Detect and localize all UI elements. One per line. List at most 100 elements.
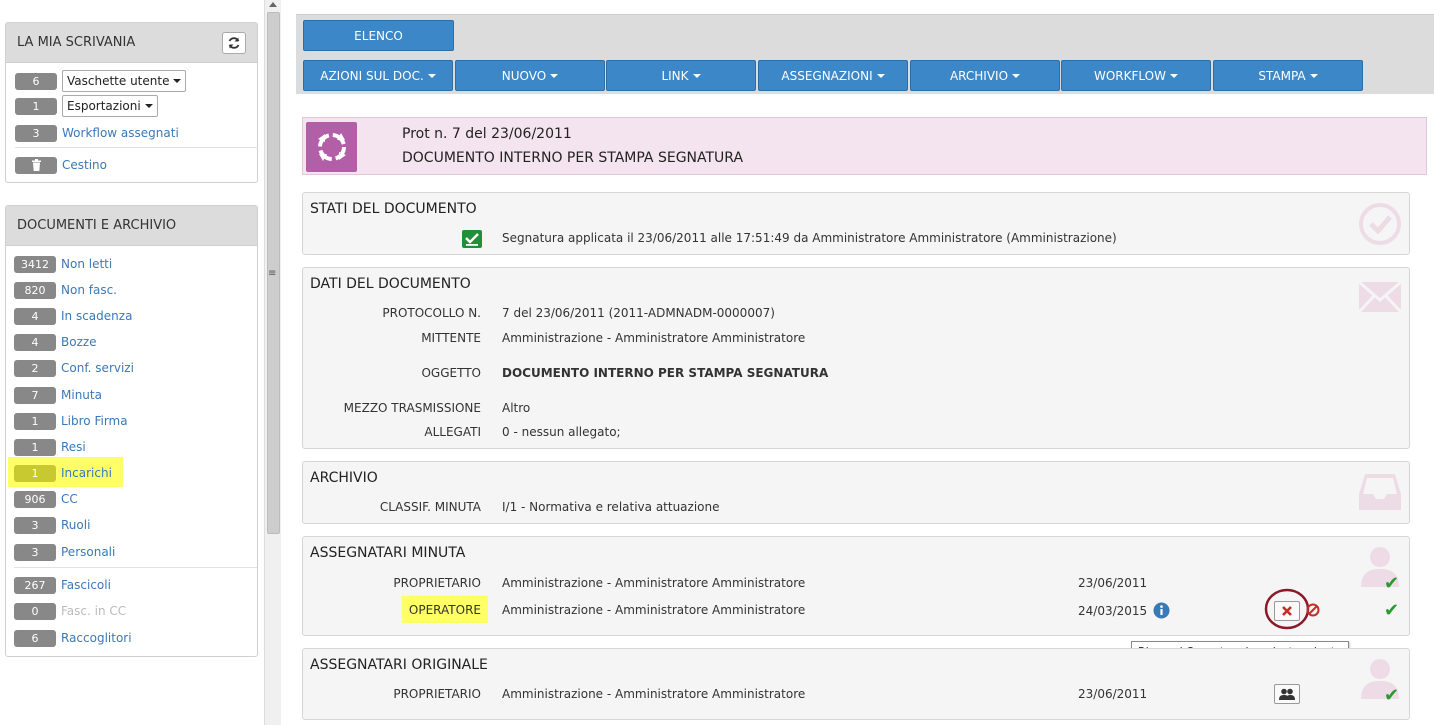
archive-panel-title: DOCUMENTI E ARCHIVIO — [17, 218, 177, 233]
ban-icon[interactable] — [1306, 603, 1320, 617]
count-badge: 3412 — [14, 255, 56, 273]
archive-item[interactable]: 4 Bozze — [14, 331, 97, 353]
count-badge: 6 — [15, 72, 57, 90]
desk-item-cestino[interactable]: Cestino — [15, 154, 107, 176]
caret-down-icon — [692, 73, 701, 78]
esportazioni-dropdown[interactable]: Esportazioni — [62, 95, 158, 117]
archive-item-link[interactable]: Personali — [61, 545, 115, 559]
archive-item[interactable]: 2 Conf. servizi — [14, 357, 134, 379]
owner-label: PROPRIETARIO — [393, 576, 481, 590]
workflow-link[interactable]: Workflow assegnati — [62, 126, 179, 140]
archive-item[interactable]: 0 Fasc. in CC — [14, 600, 126, 622]
envelope-icon — [1357, 280, 1403, 314]
trash-icon — [31, 159, 41, 171]
archive-panel-header: DOCUMENTI E ARCHIVIO — [6, 206, 257, 246]
archive-item[interactable]: 820 Non fasc. — [14, 279, 117, 301]
owner-label: PROPRIETARIO — [393, 687, 481, 701]
document-subject-heading: DOCUMENTO INTERNO PER STAMPA SEGNATURA — [402, 150, 744, 166]
section-title: STATI DEL DOCUMENTO — [310, 201, 477, 217]
archive-item[interactable]: 906 CC — [14, 488, 78, 510]
check-circle-icon — [1359, 203, 1401, 245]
caret-down-icon — [1309, 73, 1318, 78]
menu-button[interactable]: ASSEGNAZIONI — [758, 60, 908, 91]
count-badge: 1 — [14, 438, 56, 456]
menu-button[interactable]: WORKFLOW — [1061, 60, 1211, 91]
sidebar: LA MIA SCRIVANIA 6 Vaschette utente 1 Es… — [0, 0, 264, 725]
archive-item[interactable]: 6 Raccoglitori — [14, 627, 132, 649]
button-label: LINK — [661, 68, 689, 83]
annotation-circle — [1264, 588, 1310, 630]
menu-button[interactable]: ARCHIVIO — [910, 60, 1060, 91]
archive-item-link[interactable]: Resi — [61, 440, 86, 454]
section-title: ARCHIVIO — [310, 470, 378, 486]
means-label: MEZZO TRASMISSIONE — [343, 401, 481, 415]
refresh-button[interactable] — [222, 31, 246, 54]
archive-item-link[interactable]: Fascicoli — [61, 578, 111, 592]
archive-section: ARCHIVIO CLASSIF. MINUTA I/1 - Normativa… — [302, 461, 1410, 524]
archive-item-link[interactable]: Raccoglitori — [61, 631, 132, 645]
menu-button[interactable]: STAMPA — [1213, 60, 1363, 91]
assignees-minuta-section: ASSEGNATARI MINUTA ✔ PROPRIETARIO Ammini… — [302, 536, 1410, 636]
scroll-up-icon[interactable] — [269, 2, 277, 7]
button-label: AZIONI SUL DOC. — [320, 68, 424, 83]
archive-item-link[interactable]: Conf. servizi — [61, 361, 134, 375]
owner-date: 23/06/2011 — [1078, 576, 1148, 590]
archive-item-link[interactable]: Bozze — [61, 335, 97, 349]
elenco-button[interactable]: ELENCO — [303, 20, 454, 51]
attachments-value: 0 - nessun allegato; — [502, 425, 621, 439]
caret-down-icon — [550, 73, 559, 78]
caret-down-icon — [1170, 73, 1178, 78]
archive-item-link[interactable]: Fasc. in CC — [61, 604, 126, 618]
classification-value: I/1 - Normativa e relativa attuazione — [502, 500, 720, 514]
count-badge: 3 — [15, 124, 57, 142]
archive-item-link[interactable]: In scadenza — [61, 309, 132, 323]
archive-item[interactable]: 1 Resi — [14, 436, 86, 458]
archive-item-link[interactable]: Non letti — [61, 257, 112, 271]
dropdown-label: Esportazioni — [67, 99, 141, 113]
users-icon — [1279, 688, 1295, 700]
trash-badge — [15, 156, 57, 174]
button-label: NUOVO — [501, 68, 547, 83]
protocol-heading: Prot n. 7 del 23/06/2011 — [402, 126, 572, 142]
dropdown-label: Vaschette utente — [67, 74, 170, 88]
splitter-handle[interactable]: ≡ — [268, 268, 276, 279]
assign-users-button[interactable] — [1274, 684, 1300, 704]
archive-item-link[interactable]: Incarichi — [61, 466, 112, 480]
count-badge: 7 — [14, 386, 56, 404]
archive-item[interactable]: 4 In scadenza — [14, 305, 132, 327]
desk-item-workflow[interactable]: 3 Workflow assegnati — [15, 122, 179, 144]
check-icon: ✔ — [1384, 573, 1400, 594]
button-label: ARCHIVIO — [949, 68, 1009, 83]
archive-item-link[interactable]: Ruoli — [61, 518, 90, 532]
vaschette-dropdown[interactable]: Vaschette utente — [62, 70, 187, 92]
archive-item[interactable]: 3412 Non letti — [14, 253, 112, 275]
section-title: DATI DEL DOCUMENTO — [310, 276, 471, 292]
menu-button[interactable]: LINK — [606, 60, 756, 91]
archive-item-link[interactable]: CC — [61, 492, 78, 506]
archive-item[interactable]: 1 Incarichi — [14, 462, 112, 484]
protocol-value: 7 del 23/06/2011 (2011-ADMNADM-0000007) — [502, 306, 775, 320]
sidebar-scrollbar[interactable] — [264, 0, 281, 725]
divider — [15, 147, 258, 148]
count-badge: 1 — [14, 464, 56, 482]
operator-value: Amministrazione - Amministratore Amminis… — [502, 603, 806, 617]
count-badge: 4 — [14, 333, 56, 351]
archive-item-link[interactable]: Minuta — [61, 388, 102, 402]
trash-link[interactable]: Cestino — [62, 158, 107, 172]
archive-item[interactable]: 3 Personali — [14, 541, 115, 563]
archive-item-link[interactable]: Libro Firma — [61, 414, 128, 428]
document-type-icon — [306, 122, 357, 172]
button-label: STAMPA — [1258, 68, 1306, 83]
info-icon[interactable] — [1153, 602, 1170, 619]
archive-item[interactable]: 7 Minuta — [14, 384, 102, 406]
archive-item[interactable]: 267 Fascicoli — [14, 574, 111, 596]
document-header: Prot n. 7 del 23/06/2011 DOCUMENTO INTER… — [302, 117, 1427, 175]
count-badge: 1 — [14, 412, 56, 430]
archive-item[interactable]: 1 Libro Firma — [14, 410, 128, 432]
count-badge: 1 — [15, 97, 57, 115]
menu-button[interactable]: NUOVO — [455, 60, 605, 91]
refresh-icon — [228, 36, 240, 49]
menu-button[interactable]: AZIONI SUL DOC. — [303, 60, 453, 91]
archive-item-link[interactable]: Non fasc. — [61, 283, 117, 297]
archive-item[interactable]: 3 Ruoli — [14, 514, 90, 536]
